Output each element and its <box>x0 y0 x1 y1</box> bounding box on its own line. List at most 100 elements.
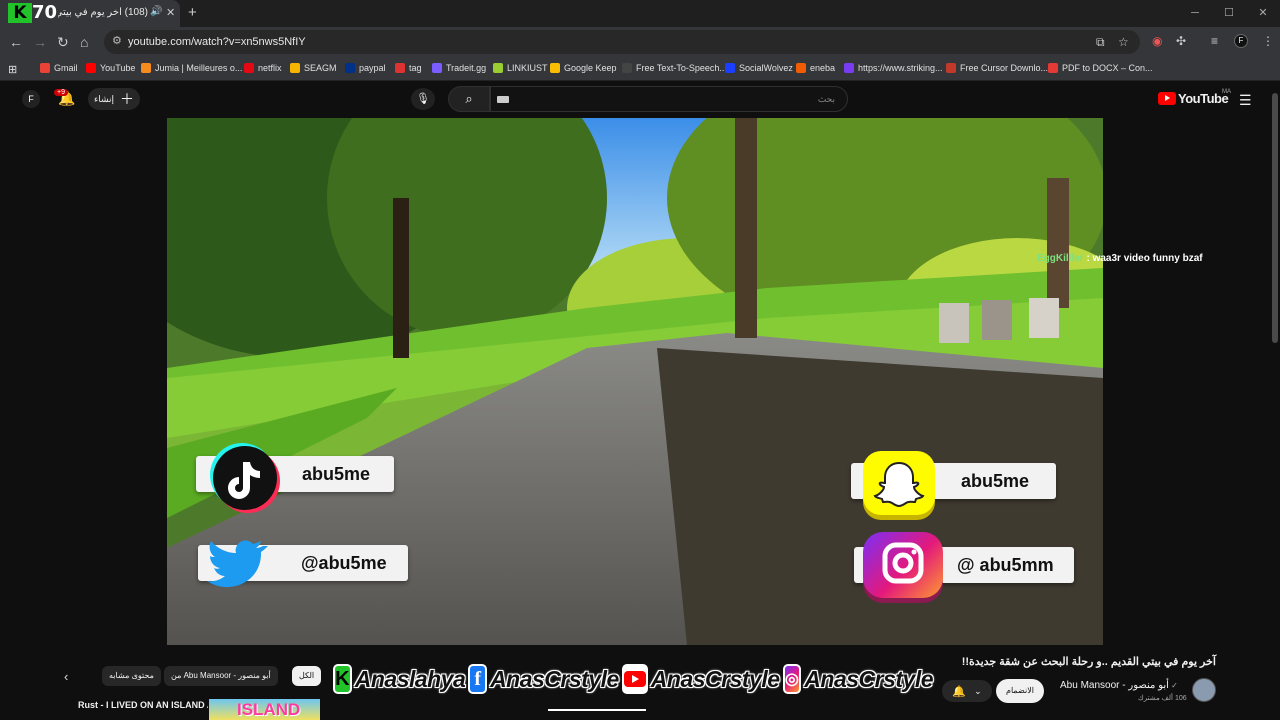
bookmark-netflix[interactable]: netflix <box>244 63 282 73</box>
bookmark-socialwolvez[interactable]: SocialWolvez <box>725 63 793 73</box>
tab-strip: K 70 (108) آخر يوم في بيتي القد 🔊 ✕ + ─ … <box>0 0 1280 27</box>
new-tab-button[interactable]: + <box>188 4 197 21</box>
bookmark-linkiust[interactable]: LINKIUST <box>493 63 548 73</box>
install-app-icon[interactable]: ⧉ <box>1096 35 1105 50</box>
instagram-icon <box>863 532 943 598</box>
bookmark-striking[interactable]: https://www.striking... <box>844 63 943 73</box>
maximize-button[interactable]: ☐ <box>1212 0 1246 27</box>
chat-username: EggKilller <box>1037 253 1084 264</box>
youtube-banner-icon <box>621 664 648 694</box>
browser-toolbar: ← → ↻ ⌂ ⚙ youtube.com/watch?v=xn5nws5NfI… <box>0 27 1280 57</box>
extension-icon[interactable]: ◉ <box>1152 34 1162 48</box>
youtube-logo-text: YouTube <box>1178 91 1229 106</box>
close-window-button[interactable]: ✕ <box>1246 0 1280 27</box>
chip-all[interactable]: الكل <box>292 666 322 686</box>
chips-scroll-left-icon[interactable]: ‹ <box>64 669 68 684</box>
minimize-button[interactable]: ─ <box>1178 0 1212 27</box>
address-bar[interactable]: ⚙ youtube.com/watch?v=xn5nws5NfIY ⧉ ☆ <box>104 30 1140 54</box>
site-info-icon[interactable]: ⚙ <box>112 34 122 47</box>
join-button[interactable]: الانضمام <box>996 679 1044 703</box>
youtube-play-icon <box>1158 92 1176 105</box>
pdf-icon <box>1048 63 1058 73</box>
chip-from-channel[interactable]: من Abu Mansoor - أبو منصور <box>164 666 278 686</box>
bookmark-star-icon[interactable]: ☆ <box>1118 35 1129 49</box>
kick-logo-icon: K <box>8 3 32 23</box>
tiktok-handle: abu5me <box>302 464 371 484</box>
tag-icon <box>395 63 405 73</box>
gmail-icon <box>40 63 50 73</box>
search-placeholder: بحث <box>817 94 835 104</box>
back-icon[interactable]: ← <box>9 34 23 50</box>
window-controls: ─ ☐ ✕ <box>1178 0 1280 27</box>
paypal-icon <box>345 63 355 73</box>
chip-related[interactable]: محتوى مشابه <box>102 666 161 686</box>
tiktok-icon <box>213 446 277 510</box>
browser-profile-avatar[interactable]: F <box>1234 34 1248 48</box>
subscriber-count: 106 ألف مشترك <box>1138 695 1187 702</box>
channel-name-text: أبو منصور - Abu Mansoor <box>1060 680 1169 691</box>
bookmark-label: paypal <box>359 63 386 73</box>
youtube-icon <box>86 63 96 73</box>
bookmark-eneba[interactable]: eneba <box>796 63 835 73</box>
bookmark-tradeit[interactable]: Tradeit.gg <box>432 63 486 73</box>
media-controls-icon[interactable]: ≡ <box>1211 34 1218 48</box>
chat-text: : waa3r video funny bzaf <box>1083 253 1203 264</box>
youtube-logo[interactable]: YouTube <box>1158 91 1229 106</box>
bookmark-free-cursor[interactable]: Free Cursor Downlo... <box>946 63 1048 73</box>
bell-icon: 🔔 <box>952 685 967 698</box>
verified-icon: ✓ <box>1168 681 1178 690</box>
bookmark-tts[interactable]: Free Text-To-Speech... <box>622 63 727 73</box>
related-video-title[interactable]: Rust - I LIVED ON AN ISLAND AS A SOLO <box>78 700 208 710</box>
bookmark-label: Free Text-To-Speech... <box>636 63 727 73</box>
account-avatar[interactable]: F <box>22 90 40 108</box>
scrollbar-thumb[interactable] <box>1272 93 1278 343</box>
twitter-handle: @abu5me <box>301 553 387 573</box>
bookmark-jumia[interactable]: Jumia | Meilleures o... <box>141 63 242 73</box>
apps-grid-icon[interactable]: ⊞ <box>8 63 17 76</box>
extensions-puzzle-icon[interactable]: ✣ <box>1176 34 1186 48</box>
tab-close-icon[interactable]: ✕ <box>166 6 175 19</box>
video-player[interactable]: abu5me @abu5me abu5me @ abu5mm <box>167 118 1103 645</box>
bookmark-label: https://www.striking... <box>858 63 943 73</box>
bookmark-label: netflix <box>258 63 282 73</box>
bookmark-gmail[interactable]: Gmail <box>40 63 78 73</box>
url-text[interactable]: youtube.com/watch?v=xn5nws5NfIY <box>128 36 306 48</box>
reload-icon[interactable]: ↻ <box>57 34 69 51</box>
more-menu-icon[interactable]: ⋮ <box>1262 34 1274 48</box>
bookmark-label: PDF to DOCX – Con... <box>1062 63 1153 73</box>
tab-title: (108) آخر يوم في بيتي القد <box>58 7 148 18</box>
socialwolvez-icon <box>725 63 735 73</box>
bookmark-label: eneba <box>810 63 836 73</box>
bookmark-paypal[interactable]: paypal <box>345 63 386 73</box>
bookmark-pdf-to-docx[interactable]: PDF to DOCX – Con... <box>1048 63 1153 73</box>
bookmarks-bar: ⊞ Gmail YouTube Jumia | Meilleures o... … <box>0 57 1280 81</box>
speaker-icon[interactable]: 🔊 <box>150 6 162 17</box>
bookmark-label: Google Keep <box>564 63 617 73</box>
browser-tab-active[interactable]: K 70 (108) آخر يوم في بيتي القد 🔊 ✕ <box>0 0 180 27</box>
page-scrollbar[interactable] <box>1270 81 1280 720</box>
channel-avatar[interactable] <box>1192 678 1216 702</box>
subscribed-notifications-button[interactable]: 🔔 ⌄ <box>942 680 992 702</box>
bookmark-google-keep[interactable]: Google Keep <box>550 63 617 73</box>
thumbnail-text: ISLAND <box>237 700 301 719</box>
hamburger-menu-icon[interactable]: ☰ <box>1239 92 1252 109</box>
banner-instagram-name: AnasCrstyle <box>804 665 934 692</box>
keyboard-icon[interactable] <box>497 96 509 103</box>
forward-icon[interactable]: → <box>33 34 47 50</box>
video-title: آخر يوم في بيتي القديم ..و رحلة البحث عن… <box>961 656 1216 668</box>
search-button[interactable]: ⌕ <box>448 86 490 112</box>
home-icon[interactable]: ⌂ <box>80 34 88 50</box>
search-input[interactable]: بحث <box>490 86 848 112</box>
snapchat-icon <box>863 451 935 515</box>
region-code: MA <box>1222 89 1231 95</box>
bookmark-tag[interactable]: tag <box>395 63 422 73</box>
bookmark-label: Free Cursor Downlo... <box>960 63 1049 73</box>
bookmark-youtube[interactable]: YouTube <box>86 63 135 73</box>
seagm-icon <box>290 63 300 73</box>
related-video-thumbnail[interactable]: ISLAND <box>209 699 320 720</box>
channel-name[interactable]: ✓ أبو منصور - Abu Mansoor <box>1060 680 1178 691</box>
voice-search-mic-icon[interactable]: 🎙 <box>411 88 435 110</box>
bookmark-seagm[interactable]: SEAGM <box>290 63 337 73</box>
create-button[interactable]: إنشاء ＋ <box>88 88 140 110</box>
instagram-handle: @ abu5mm <box>957 555 1054 575</box>
